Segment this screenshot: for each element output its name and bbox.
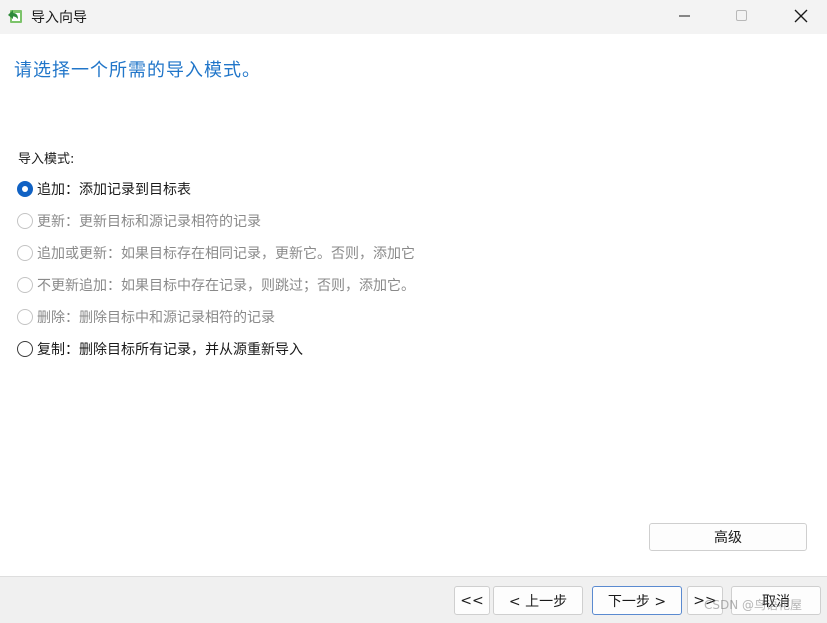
advanced-button[interactable]: 高级	[649, 523, 807, 551]
maximize-button[interactable]	[719, 0, 765, 32]
option-append-or-update: 追加或更新：如果目标存在相同记录，更新它。否则，添加它	[17, 243, 415, 263]
next-button[interactable]: 下一步 >	[592, 586, 682, 615]
option-update: 更新：更新目标和源记录相符的记录	[17, 211, 261, 231]
option-append-no-update: 不更新追加：如果目标中存在记录，则跳过；否则，添加它。	[17, 275, 415, 295]
radio-append-or-update	[17, 245, 33, 261]
radio-update	[17, 213, 33, 229]
page-heading: 请选择一个所需的导入模式。	[14, 60, 261, 81]
first-step-button[interactable]: <<	[454, 586, 490, 615]
minimize-button[interactable]	[662, 0, 708, 32]
option-append-or-update-label: 追加或更新：如果目标存在相同记录，更新它。否则，添加它	[37, 246, 415, 262]
radio-delete	[17, 309, 33, 325]
title-bar: 导入向导	[0, 0, 827, 34]
previous-button[interactable]: < 上一步	[493, 586, 583, 615]
option-append-no-update-label: 不更新追加：如果目标中存在记录，则跳过；否则，添加它。	[37, 278, 415, 294]
option-append[interactable]: 追加：添加记录到目标表	[17, 179, 191, 199]
option-copy-label: 复制：删除目标所有记录，并从源重新导入	[37, 342, 303, 358]
maximize-icon	[736, 10, 747, 21]
wizard-content: 请选择一个所需的导入模式。 导入模式: 追加：添加记录到目标表 更新：更新目标和…	[0, 34, 827, 576]
import-wizard-icon	[6, 7, 24, 25]
import-mode-label: 导入模式:	[18, 152, 75, 167]
close-button[interactable]	[778, 0, 824, 32]
option-delete: 删除：删除目标中和源记录相符的记录	[17, 307, 275, 327]
watermark: CSDN @鸟语花屋	[704, 598, 803, 612]
option-update-label: 更新：更新目标和源记录相符的记录	[37, 214, 261, 230]
minimize-icon	[679, 15, 690, 17]
option-delete-label: 删除：删除目标中和源记录相符的记录	[37, 310, 275, 326]
radio-copy[interactable]	[17, 341, 33, 357]
radio-append-no-update	[17, 277, 33, 293]
option-copy[interactable]: 复制：删除目标所有记录，并从源重新导入	[17, 339, 303, 359]
close-icon	[794, 9, 808, 23]
option-append-label: 追加：添加记录到目标表	[37, 182, 191, 198]
radio-append[interactable]	[17, 181, 33, 197]
window-title: 导入向导	[31, 10, 87, 26]
wizard-footer: << < 上一步 下一步 > >> 取消	[0, 576, 827, 623]
